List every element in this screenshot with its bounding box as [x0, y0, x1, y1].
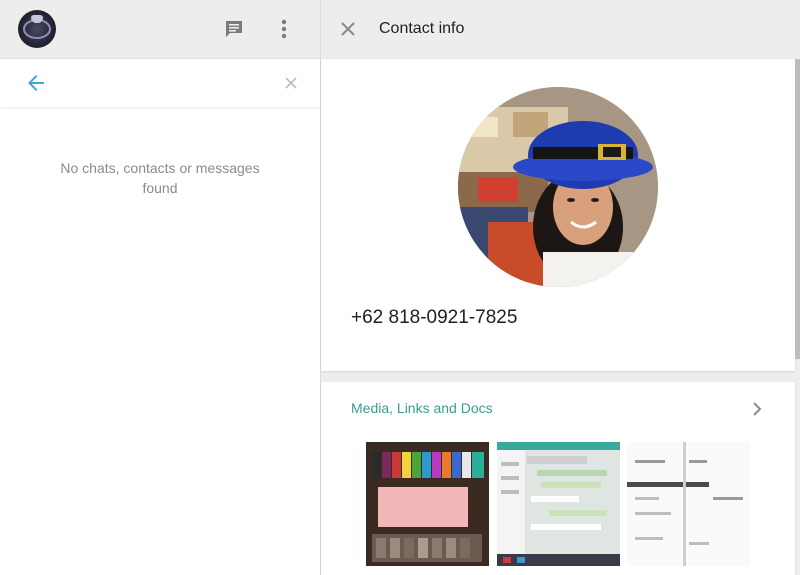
chevron-right-icon[interactable] [747, 398, 767, 420]
media-thumbnail[interactable] [627, 442, 750, 566]
contact-info-header: Contact info [321, 0, 800, 59]
contact-phone-number: +62 818-0921-7825 [351, 307, 518, 328]
profile-card: +62 818-0921-7825 [321, 59, 795, 371]
contact-photo[interactable] [458, 87, 658, 287]
close-icon[interactable] [336, 17, 360, 41]
search-input[interactable] [64, 71, 264, 95]
left-header [0, 0, 320, 59]
media-card: Media, Links and Docs [321, 382, 795, 575]
search-bar [0, 59, 320, 107]
my-avatar[interactable] [18, 10, 56, 48]
scrollbar[interactable] [795, 59, 800, 359]
more-vert-icon[interactable] [272, 17, 296, 41]
new-chat-icon[interactable] [222, 17, 246, 41]
media-links-docs-link[interactable]: Media, Links and Docs [351, 400, 493, 416]
empty-state-message: No chats, contacts or messages found [40, 158, 280, 198]
media-thumbnail[interactable] [366, 442, 489, 566]
media-thumbnail[interactable] [497, 442, 620, 566]
chat-list-pane: No chats, contacts or messages found [0, 0, 321, 575]
contact-info-title: Contact info [379, 20, 465, 37]
arrow-back-icon[interactable] [24, 71, 48, 95]
empty-state-line-2: found [142, 180, 178, 196]
empty-state-line-1: No chats, contacts or messages [60, 160, 260, 176]
contact-info-pane: Contact info +62 818-0921-7825 Media, Li… [321, 0, 800, 575]
clear-search-icon[interactable] [282, 74, 300, 92]
